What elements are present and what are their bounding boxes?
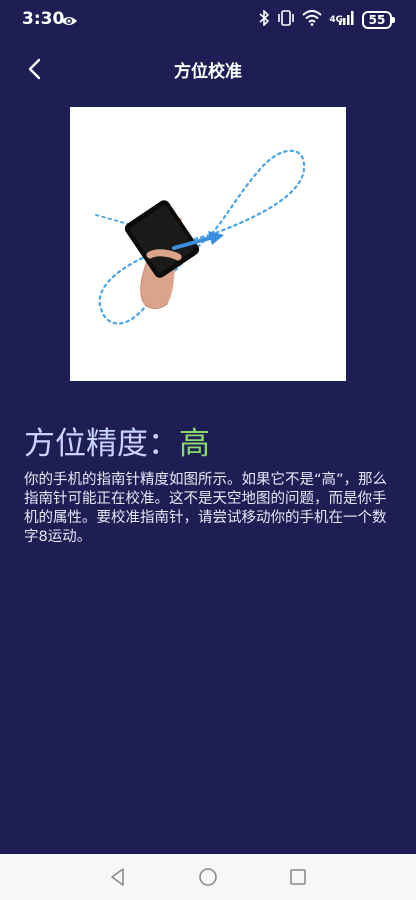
nav-home-button[interactable] [196,865,220,889]
vibrate-icon [277,10,295,30]
app-bar: 方位校准 [0,44,416,92]
bluetooth-icon [258,9,270,30]
system-nav-bar [0,854,416,900]
status-icons: 4G 55 [258,9,395,30]
status-time: 3:30 [22,9,65,29]
status-bar: 3:30 4G 55 [0,0,416,40]
eye-icon [60,12,78,31]
recents-square-icon [290,869,306,885]
accuracy-value: 高 [179,426,210,462]
battery-icon: 55 [362,11,395,29]
calibration-description: 你的手机的指南针精度如图所示。如果它不是“高”，那么指南针可能正在校准。这不是天… [24,472,388,545]
accuracy-row: 方位精度：高 [24,418,210,463]
back-triangle-icon [111,868,124,886]
calibration-illustration [70,107,346,381]
network-type-label: 4G [329,15,343,25]
nav-recents-button[interactable] [286,865,310,889]
home-circle-icon [199,868,217,886]
wifi-icon [302,10,323,30]
nav-back-button[interactable] [106,865,130,889]
page-title: 方位校准 [174,62,242,82]
accuracy-label: 方位精度： [24,426,179,462]
